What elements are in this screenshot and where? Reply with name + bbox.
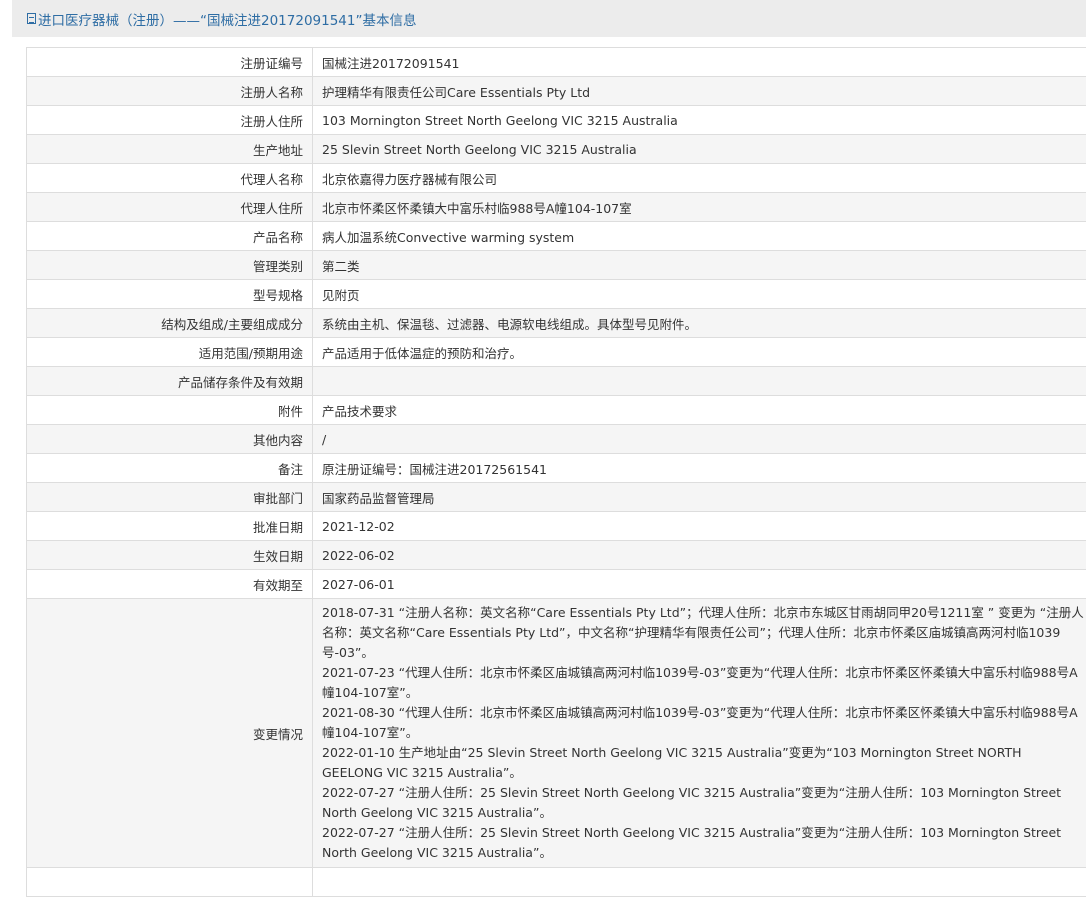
field-label: 其他内容 [27, 425, 313, 454]
table-row: 生产地址25 Slevin Street North Geelong VIC 3… [27, 135, 1086, 164]
field-value [313, 367, 1086, 396]
field-value: 2022-06-02 [313, 541, 1086, 570]
field-label: 产品名称 [27, 222, 313, 251]
field-value: 2027-06-01 [313, 570, 1086, 599]
table-row: 注册人名称护理精华有限责任公司Care Essentials Pty Ltd [27, 77, 1086, 106]
field-label: 有效期至 [27, 570, 313, 599]
field-value: 25 Slevin Street North Geelong VIC 3215 … [313, 135, 1086, 164]
change-entry: 2021-07-23 “代理人住所：北京市怀柔区庙城镇高两河村临1039号-03… [322, 663, 1085, 703]
field-label: 代理人名称 [27, 164, 313, 193]
info-panel: 注册证编号国械注进20172091541注册人名称护理精华有限责任公司Care … [12, 37, 1086, 874]
field-value: 国家药品监督管理局 [313, 483, 1086, 512]
field-label: 代理人住所 [27, 193, 313, 222]
table-row: 有效期至2027-06-01 [27, 570, 1086, 599]
field-value: 原注册证编号：国械注进20172561541 [313, 454, 1086, 483]
table-row: 附件产品技术要求 [27, 396, 1086, 425]
change-entry: 2022-01-10 生产地址由“25 Slevin Street North … [322, 743, 1085, 783]
field-label: 注册人住所 [27, 106, 313, 135]
change-entry: 2022-07-27 “注册人住所：25 Slevin Street North… [322, 823, 1085, 863]
table-row: 审批部门国家药品监督管理局 [27, 483, 1086, 512]
table-row: 生效日期2022-06-02 [27, 541, 1086, 570]
field-value: 见附页 [313, 280, 1086, 309]
field-value: 北京市怀柔区怀柔镇大中富乐村临988号A幢104-107室 [313, 193, 1086, 222]
page-header: 进口医疗器械（注册）——“国械注进20172091541”基本信息 [12, 0, 1086, 37]
field-label: 注册证编号 [27, 48, 313, 77]
table-row: 适用范围/预期用途产品适用于低体温症的预防和治疗。 [27, 338, 1086, 367]
field-label: 备注 [27, 454, 313, 483]
table-row: 其他内容/ [27, 425, 1086, 454]
field-value: 病人加温系统Convective warming system [313, 222, 1086, 251]
field-label: 审批部门 [27, 483, 313, 512]
table-row: 结构及组成/主要组成成分系统由主机、保温毯、过滤器、电源软电线组成。具体型号见附… [27, 309, 1086, 338]
field-label: 结构及组成/主要组成成分 [27, 309, 313, 338]
change-entry: 2021-08-30 “代理人住所：北京市怀柔区庙城镇高两河村临1039号-03… [322, 703, 1085, 743]
field-value: 护理精华有限责任公司Care Essentials Pty Ltd [313, 77, 1086, 106]
field-label: 型号规格 [27, 280, 313, 309]
field-value: 系统由主机、保温毯、过滤器、电源软电线组成。具体型号见附件。 [313, 309, 1086, 338]
field-label [27, 868, 313, 897]
table-row: 产品储存条件及有效期 [27, 367, 1086, 396]
table-row: 产品名称病人加温系统Convective warming system [27, 222, 1086, 251]
document-icon [27, 13, 36, 24]
info-table: 注册证编号国械注进20172091541注册人名称护理精华有限责任公司Care … [26, 47, 1086, 897]
field-label: 附件 [27, 396, 313, 425]
field-label: 产品储存条件及有效期 [27, 367, 313, 396]
field-label: 适用范围/预期用途 [27, 338, 313, 367]
field-value: / [313, 425, 1086, 454]
field-value: 产品适用于低体温症的预防和治疗。 [313, 338, 1086, 367]
table-row [27, 868, 1086, 897]
field-label: 注册人名称 [27, 77, 313, 106]
change-entry: 2018-07-31 “注册人名称：英文名称“Care Essentials P… [322, 603, 1085, 663]
field-label: 变更情况 [27, 599, 313, 868]
field-value: 2021-12-02 [313, 512, 1086, 541]
field-value: 北京依嘉得力医疗器械有限公司 [313, 164, 1086, 193]
table-row: 备注原注册证编号：国械注进20172561541 [27, 454, 1086, 483]
table-row: 型号规格见附页 [27, 280, 1086, 309]
table-row: 注册人住所103 Mornington Street North Geelong… [27, 106, 1086, 135]
page-title: 进口医疗器械（注册）——“国械注进20172091541”基本信息 [38, 9, 416, 29]
changes-list: 2018-07-31 “注册人名称：英文名称“Care Essentials P… [313, 599, 1086, 868]
field-value [313, 868, 1086, 897]
field-label: 生效日期 [27, 541, 313, 570]
table-row: 管理类别第二类 [27, 251, 1086, 280]
field-label: 管理类别 [27, 251, 313, 280]
field-value: 产品技术要求 [313, 396, 1086, 425]
change-entry: 2022-07-27 “注册人住所：25 Slevin Street North… [322, 783, 1085, 823]
field-value: 103 Mornington Street North Geelong VIC … [313, 106, 1086, 135]
field-label: 生产地址 [27, 135, 313, 164]
table-row: 代理人名称北京依嘉得力医疗器械有限公司 [27, 164, 1086, 193]
field-value: 第二类 [313, 251, 1086, 280]
table-row: 批准日期2021-12-02 [27, 512, 1086, 541]
field-label: 批准日期 [27, 512, 313, 541]
table-row: 代理人住所北京市怀柔区怀柔镇大中富乐村临988号A幢104-107室 [27, 193, 1086, 222]
table-row-changes: 变更情况2018-07-31 “注册人名称：英文名称“Care Essentia… [27, 599, 1086, 868]
field-value: 国械注进20172091541 [313, 48, 1086, 77]
table-row: 注册证编号国械注进20172091541 [27, 48, 1086, 77]
